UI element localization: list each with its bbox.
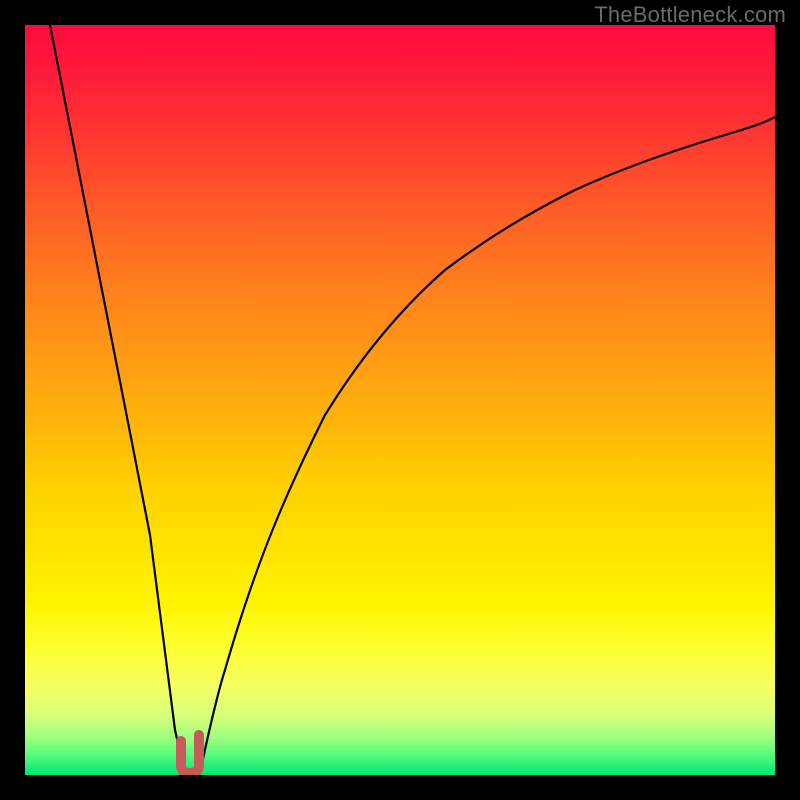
u-notch-icon <box>181 735 199 773</box>
plot-area <box>25 25 775 775</box>
curve-left-branch <box>50 25 185 773</box>
watermark-label: TheBottleneck.com <box>594 2 786 28</box>
curve-right-branch <box>200 117 775 773</box>
bottleneck-curve <box>25 25 775 775</box>
chart-frame: TheBottleneck.com <box>0 0 800 800</box>
